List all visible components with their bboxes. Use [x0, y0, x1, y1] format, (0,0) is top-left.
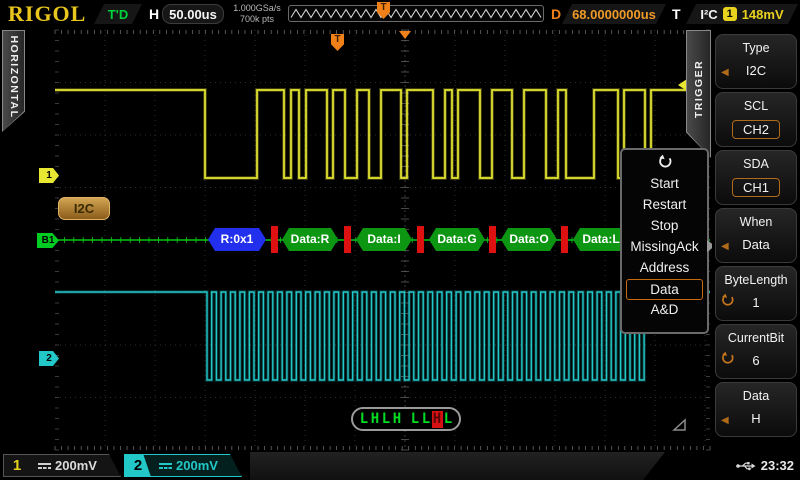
menu-item-label: Data: [716, 389, 796, 403]
trigger-data-pattern-box: LHLHLLHL: [351, 407, 461, 431]
channel1-scale: 200mV: [55, 458, 97, 473]
submenu-arrow-icon: ◀: [721, 241, 729, 252]
pattern-bit: H: [392, 411, 403, 428]
decode-block: Data:G: [429, 228, 485, 251]
decode-ack-separator: [344, 226, 351, 253]
pattern-bit: L: [410, 411, 421, 428]
bottom-status-bar: 1 200mV 2 200mV 23:32: [0, 452, 800, 480]
submenu-arrow-icon: ◀: [721, 67, 729, 78]
dc-coupling-icon: [159, 461, 172, 471]
menu-item-label: When: [716, 215, 796, 229]
decode-ack-separator: [489, 226, 496, 253]
pattern-bit: L: [359, 411, 370, 428]
decode-ack-separator: [417, 226, 424, 253]
menu-item-value: I2C: [736, 62, 776, 79]
pattern-bit: L: [443, 411, 454, 428]
menu-item-value: H: [741, 410, 770, 427]
menu-item-label: Type: [716, 41, 796, 55]
menu-item-label: SDA: [716, 157, 796, 171]
trigger-tab-label: TRIGGER: [693, 60, 705, 118]
decode-ack-separator: [271, 226, 278, 253]
channel1-badge: 1: [4, 457, 30, 474]
menu-item-sda[interactable]: SDA CH1: [715, 150, 797, 205]
menu-item-value: 1: [742, 294, 769, 311]
pattern-bit: L: [381, 411, 392, 428]
corner-flag-icon: [672, 418, 688, 432]
knob-icon: [720, 351, 735, 366]
channel2-badge: 2: [125, 454, 151, 477]
popup-item-missingack[interactable]: MissingAck: [626, 237, 703, 258]
oscilloscope-screen: RIGOL T'D H 50.00us 1.000GSa/s 700k pts …: [0, 0, 800, 480]
menu-item-label: ByteLength: [716, 273, 796, 287]
decode-block: Data:I: [356, 228, 412, 251]
menu-item-when[interactable]: When Data◀: [715, 208, 797, 263]
trigger-when-popup: StartRestartStopMissingAckAddressDataA&D: [620, 148, 709, 334]
pattern-bit: H: [370, 411, 381, 428]
menu-item-currentbit[interactable]: CurrentBit 6: [715, 324, 797, 379]
popup-item-start[interactable]: Start: [626, 174, 703, 195]
popup-item-stop[interactable]: Stop: [626, 216, 703, 237]
clock: 23:32: [736, 458, 794, 473]
menu-item-value: CH2: [732, 120, 780, 139]
clock-time: 23:32: [761, 458, 794, 473]
pattern-bit: L: [421, 411, 432, 428]
decode-block: Data:R: [282, 228, 338, 251]
menu-item-value: Data: [732, 236, 779, 253]
trigger-menu: TypeI2C◀SCLCH2SDACH1WhenData◀ByteLength1…: [712, 28, 800, 452]
menu-item-value: 6: [742, 352, 769, 369]
menu-item-scl[interactable]: SCL CH2: [715, 92, 797, 147]
channel1-tab[interactable]: 1 200mV: [3, 454, 121, 477]
footer-wedge: [250, 452, 665, 480]
menu-item-value: CH1: [732, 178, 780, 197]
menu-item-data[interactable]: Data H ◀: [715, 382, 797, 437]
menu-item-label: CurrentBit: [716, 331, 796, 345]
menu-item-type[interactable]: Type I2C ◀: [715, 34, 797, 89]
popup-item-a-d[interactable]: A&D: [626, 300, 703, 321]
submenu-arrow-icon: ◀: [721, 415, 729, 426]
pattern-current-bit: H: [432, 411, 443, 428]
menu-item-label: SCL: [716, 99, 796, 113]
channel2-scale: 200mV: [176, 458, 218, 473]
popup-item-restart[interactable]: Restart: [626, 195, 703, 216]
decode-ack-separator: [561, 226, 568, 253]
popup-item-address[interactable]: Address: [626, 258, 703, 279]
i2c-bus-label: I2C: [58, 197, 110, 220]
decode-block: R:0x1: [208, 228, 266, 251]
trigger-level-marker-icon[interactable]: [678, 79, 687, 91]
menu-item-bytelength[interactable]: ByteLength 1: [715, 266, 797, 321]
horizontal-center-marker-icon: [399, 31, 411, 39]
knob-icon: [720, 293, 735, 308]
horizontal-tab-label: HORIZONTAL: [8, 35, 20, 118]
popup-item-data[interactable]: Data: [626, 279, 703, 300]
knob-icon: [657, 154, 673, 170]
dc-coupling-icon: [38, 461, 51, 471]
usb-icon: [736, 460, 756, 472]
channel2-tab[interactable]: 2 200mV: [124, 454, 242, 477]
decode-block: Data:O: [501, 228, 557, 251]
